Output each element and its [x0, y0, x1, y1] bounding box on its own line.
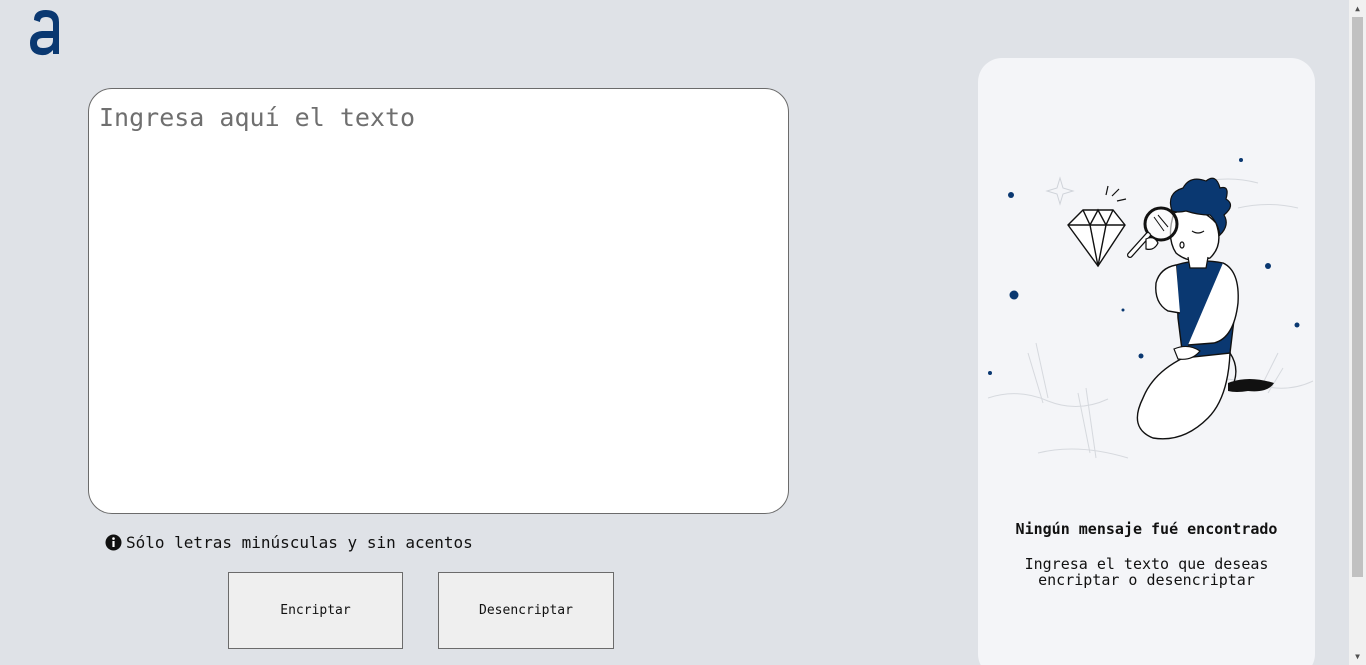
hint-text: Sólo letras minúsculas y sin acentos [126, 533, 473, 552]
decrypt-button[interactable]: Desencriptar [438, 572, 614, 649]
result-panel: Ningún mensaje fué encontrado Ingresa el… [978, 58, 1315, 665]
scrollbar-thumb[interactable] [1352, 17, 1363, 577]
person-with-magnifier-illustration [987, 158, 1314, 459]
encrypt-button[interactable]: Encriptar [228, 572, 403, 649]
input-hint: Sólo letras minúsculas y sin acentos [105, 533, 473, 552]
page: Sólo letras minúsculas y sin acentos Enc… [0, 0, 1366, 665]
alura-logo [30, 10, 59, 56]
result-title: Ningún mensaje fué encontrado [1015, 520, 1278, 538]
result-description: Ingresa el texto que deseas encriptar o … [1024, 555, 1269, 589]
text-input[interactable] [89, 89, 788, 513]
text-input-container [88, 88, 789, 514]
info-icon [105, 534, 122, 551]
scroll-up-arrow-icon[interactable]: ▲ [1349, 0, 1366, 17]
page-scrollbar[interactable]: ▲ ▼ [1349, 0, 1366, 665]
scroll-down-arrow-icon[interactable]: ▼ [1349, 648, 1366, 665]
